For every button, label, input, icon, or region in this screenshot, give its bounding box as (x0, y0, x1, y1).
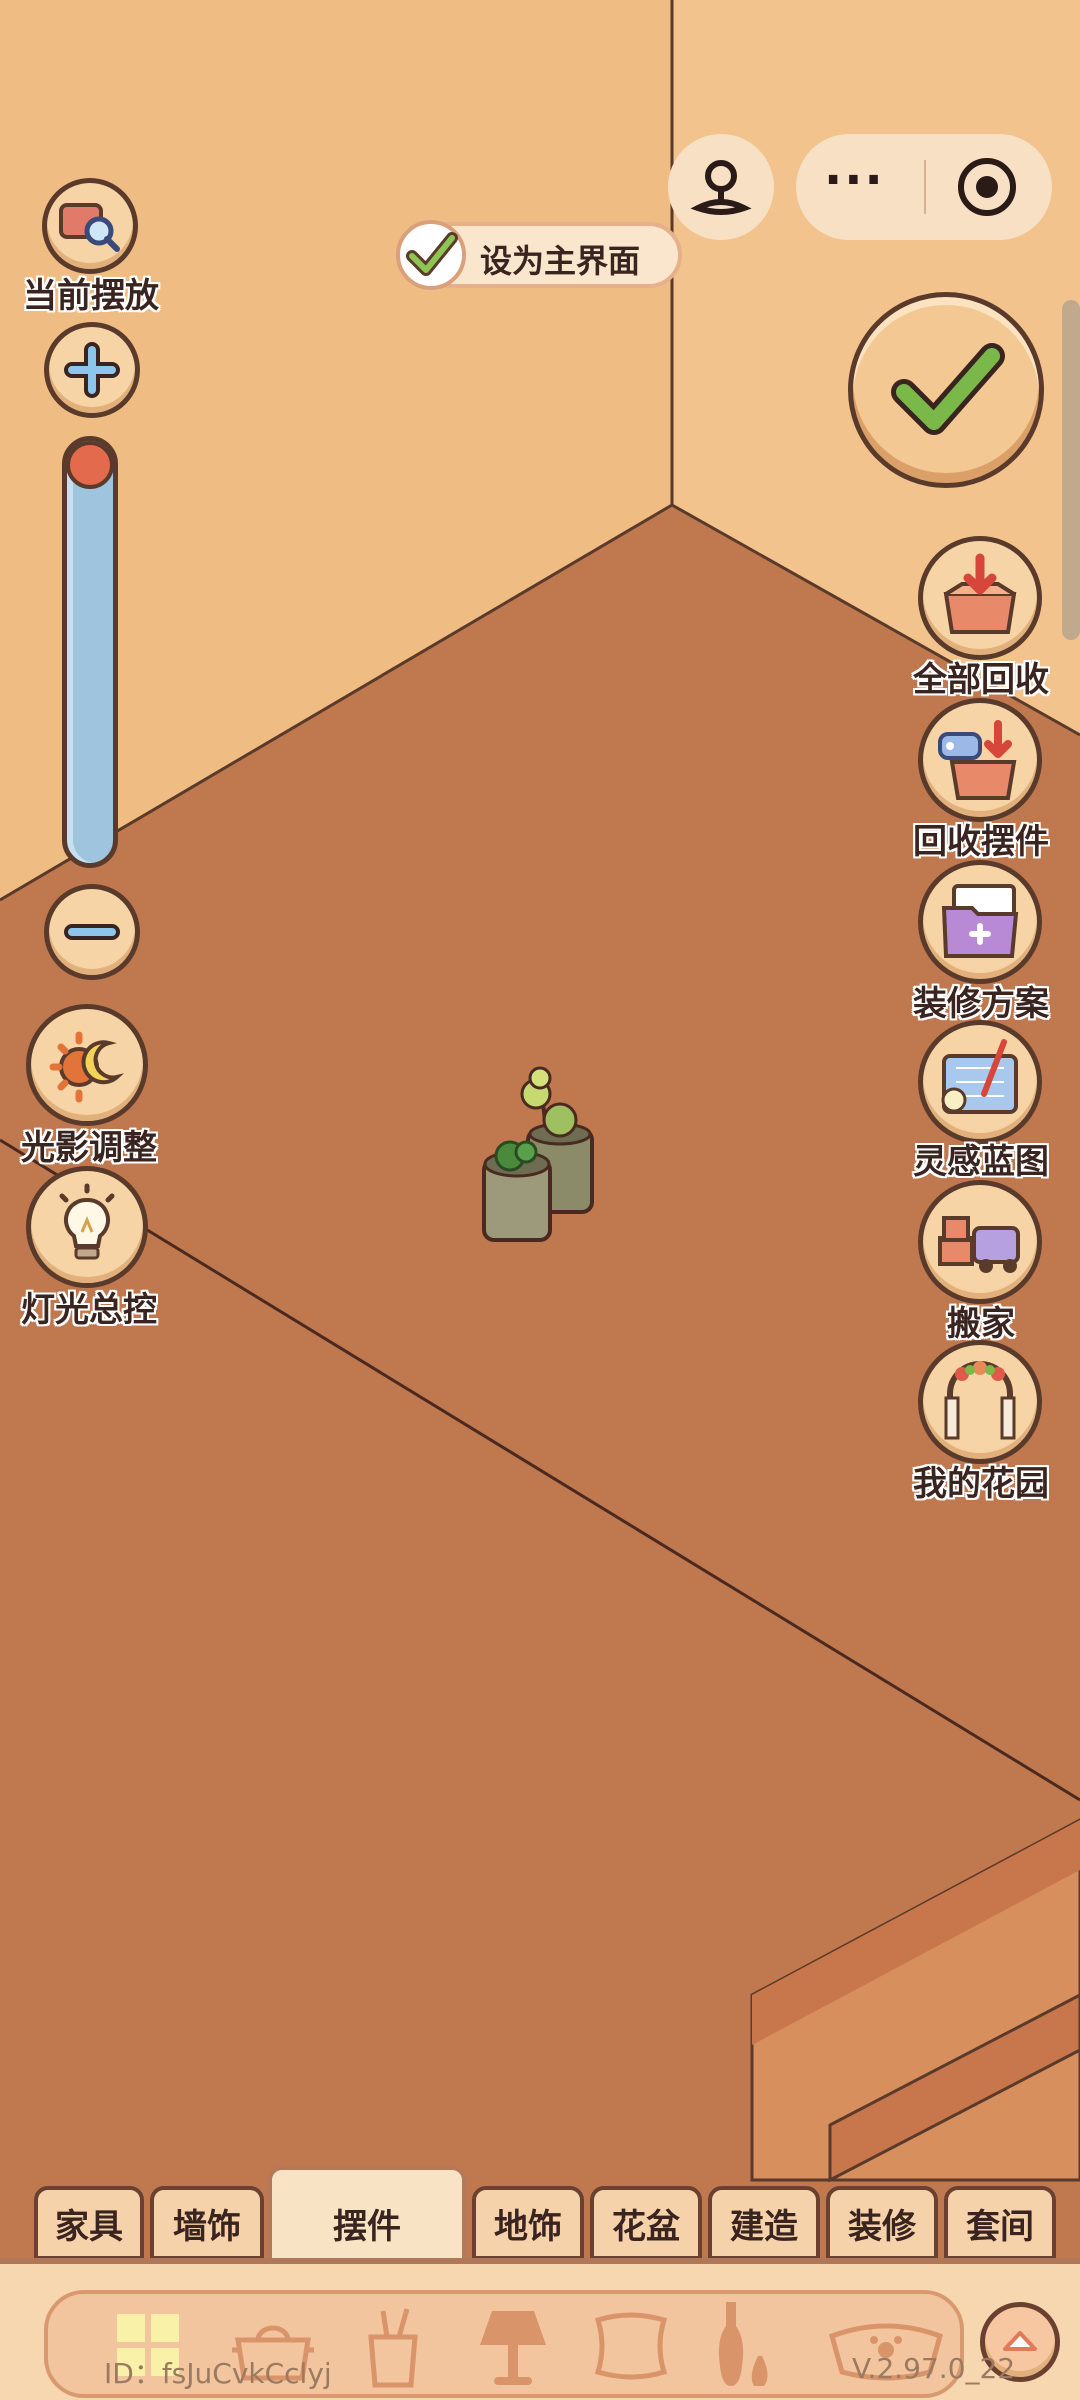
cup-icon[interactable] (348, 2298, 438, 2394)
close-target-icon[interactable] (958, 158, 1016, 216)
more-options-icon[interactable]: ··· (824, 152, 885, 208)
zoom-slider-thumb[interactable] (66, 441, 114, 489)
checkbox-check-icon (396, 220, 466, 290)
current-placement-button[interactable] (42, 178, 138, 274)
location-capsule[interactable] (668, 134, 774, 240)
blueprint-icon (941, 1039, 1018, 1114)
current-placement-label: 当前摆放 (23, 276, 159, 316)
tab-suite[interactable]: 套间 (944, 2186, 1056, 2260)
garden-arch-icon (944, 1361, 1016, 1440)
inspiration-blueprint-label: 灵感蓝图 (913, 1142, 1049, 1182)
renovation-plan-button[interactable] (918, 860, 1042, 984)
sun-moon-icon (49, 1031, 125, 1103)
set-main-label: 设为主界面 (480, 242, 641, 280)
cushion-icon[interactable] (586, 2298, 676, 2394)
checkmark-icon (891, 343, 1005, 435)
tab-wall-decor[interactable]: 墙饰 (150, 2186, 264, 2260)
light-control-label: 灯光总控 (21, 1290, 157, 1330)
capsule-divider (924, 160, 926, 214)
tab-furniture[interactable]: 家具 (34, 2186, 144, 2260)
tab-build[interactable]: 建造 (708, 2186, 820, 2260)
recall-decor-label: 回收摆件 (913, 822, 1049, 862)
move-house-label: 搬家 (947, 1304, 1015, 1344)
folder-plus-icon (941, 884, 1019, 958)
renovation-plan-label: 装修方案 (913, 984, 1049, 1024)
box-arrow-down-icon (943, 553, 1017, 634)
moving-truck-icon (938, 1216, 1020, 1273)
lighting-shadow-label: 光影调整 (21, 1128, 157, 1168)
version-text: V.2.97.0_22 (852, 2352, 1016, 2385)
tab-renovate[interactable]: 装修 (826, 2186, 938, 2260)
tab-flower-pots[interactable]: 花盆 (590, 2186, 702, 2260)
box-tag-icon (938, 720, 1017, 800)
mini-program-capsule: ··· (796, 134, 1052, 240)
zoom-slider-track[interactable] (62, 436, 118, 868)
my-garden-button[interactable] (918, 1340, 1042, 1464)
minus-icon (64, 924, 120, 940)
tab-floor-decor[interactable]: 地饰 (472, 2186, 584, 2260)
map-pin-icon (686, 150, 756, 224)
my-garden-label: 我的花园 (913, 1464, 1049, 1504)
light-control-button[interactable] (26, 1166, 148, 1288)
confirm-button[interactable] (848, 292, 1044, 488)
user-id-text: ID：fsJuCvkCclyj (104, 2357, 332, 2390)
lamp-icon[interactable] (468, 2298, 558, 2394)
recall-all-button[interactable] (918, 536, 1042, 660)
search-box-icon (59, 203, 120, 252)
recall-decor-button[interactable] (918, 698, 1042, 822)
recall-all-label: 全部回收 (913, 660, 1049, 700)
zoom-in-button[interactable] (44, 322, 140, 418)
move-house-button[interactable] (918, 1180, 1042, 1304)
vase-icon[interactable] (702, 2298, 792, 2394)
zoom-out-button[interactable] (44, 884, 140, 980)
lighting-shadow-button[interactable] (26, 1004, 148, 1126)
light-bulb-icon (59, 1183, 115, 1260)
set-main-toggle[interactable]: 设为主界面 (396, 220, 682, 290)
plus-icon (64, 342, 120, 398)
inspiration-blueprint-button[interactable] (918, 1020, 1042, 1144)
